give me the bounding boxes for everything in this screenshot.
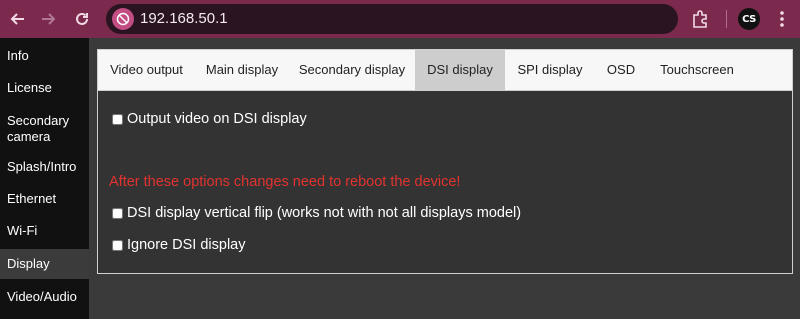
sidebar-item-info[interactable]: Info bbox=[0, 48, 89, 64]
tab-touchscreen[interactable]: Touchscreen bbox=[647, 50, 747, 90]
toolbar-divider bbox=[726, 10, 727, 28]
profile-avatar[interactable]: CS bbox=[738, 8, 760, 30]
sidebar-item-secondary-camera[interactable]: Secondary camera bbox=[0, 113, 89, 145]
sidebar-item-splash-intro[interactable]: Splash/Intro bbox=[0, 159, 89, 175]
site-info-icon[interactable] bbox=[112, 8, 134, 30]
tab-spi-display[interactable]: SPI display bbox=[505, 50, 595, 90]
tab-dsi-display[interactable]: DSI display bbox=[415, 50, 505, 90]
vertical-flip-label: DSI display vertical flip (works not wit… bbox=[127, 205, 522, 221]
reboot-warning: After these options changes need to rebo… bbox=[109, 174, 461, 190]
address-bar[interactable]: 192.168.50.1 bbox=[106, 4, 678, 34]
output-video-option[interactable]: Output video on DSI display bbox=[112, 110, 307, 128]
sidebar: Info License Secondary camera Splash/Int… bbox=[0, 38, 89, 319]
vertical-flip-option[interactable]: DSI display vertical flip (works not wit… bbox=[112, 204, 521, 222]
url-text: 192.168.50.1 bbox=[140, 10, 228, 27]
extensions-icon[interactable] bbox=[690, 9, 710, 29]
back-arrow-icon[interactable] bbox=[8, 9, 28, 29]
tab-secondary-display[interactable]: Secondary display bbox=[289, 50, 415, 90]
tab-video-output[interactable]: Video output bbox=[98, 50, 195, 90]
settings-panel: Video output Main display Secondary disp… bbox=[97, 49, 793, 274]
sidebar-item-video-audio[interactable]: Video/Audio bbox=[0, 289, 89, 305]
output-video-checkbox[interactable] bbox=[112, 113, 123, 125]
tab-main-display[interactable]: Main display bbox=[195, 50, 289, 90]
browser-toolbar: 192.168.50.1 CS bbox=[0, 0, 800, 38]
sidebar-item-license[interactable]: License bbox=[0, 80, 89, 96]
reload-icon[interactable] bbox=[72, 9, 92, 29]
forward-arrow-icon[interactable] bbox=[38, 9, 58, 29]
tab-bar: Video output Main display Secondary disp… bbox=[98, 50, 792, 91]
sidebar-item-wifi[interactable]: Wi-Fi bbox=[0, 223, 89, 239]
output-video-label: Output video on DSI display bbox=[127, 111, 307, 127]
sidebar-item-display[interactable]: Display bbox=[0, 249, 89, 279]
vertical-flip-checkbox[interactable] bbox=[112, 207, 123, 219]
ignore-dsi-label: Ignore DSI display bbox=[127, 237, 246, 253]
ignore-dsi-option[interactable]: Ignore DSI display bbox=[112, 236, 245, 254]
ignore-dsi-checkbox[interactable] bbox=[112, 239, 123, 251]
more-vert-icon[interactable] bbox=[772, 9, 792, 29]
tab-osd[interactable]: OSD bbox=[595, 50, 647, 90]
sidebar-item-ethernet[interactable]: Ethernet bbox=[0, 191, 89, 207]
